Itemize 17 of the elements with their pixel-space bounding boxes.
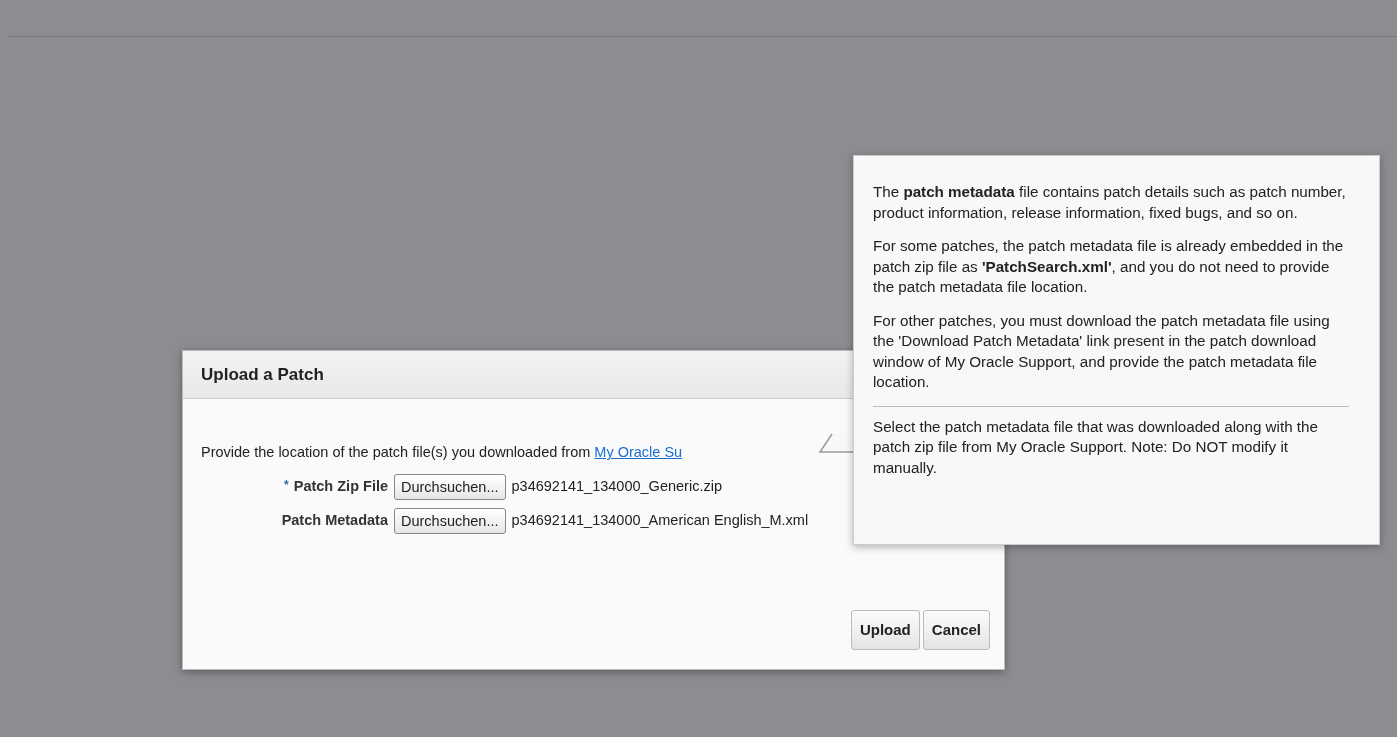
dialog-title: Upload a Patch: [201, 363, 324, 386]
field-label: Patch Zip File: [293, 476, 388, 496]
help-paragraph: The patch metadata file contains patch details such as patch number, product information, release information, fixed bugs, and so on.: [873, 182, 1347, 223]
required-mark: *: [284, 476, 289, 494]
field-label: Patch Metadata: [281, 510, 388, 530]
tooltip-pointer: [818, 432, 854, 454]
upload-button[interactable]: Upload: [850, 609, 920, 650]
help-note: Select the patch metadata file that was downloaded along with the patch zip file from My Oracle Support. Note: Do NOT modify it manually.: [873, 416, 1319, 478]
browse-button[interactable]: Durchsuchen...: [394, 507, 506, 534]
support-link[interactable]: My Oracle Su: [594, 442, 683, 464]
help-paragraph: For some patches, the patch metadata file is already embedded in the patch zip file as 'PatchSearch.xml', and you do not need to provide the patch metadata file location.: [873, 236, 1345, 297]
file-name: p34692141_134000_Generic.zip: [511, 476, 722, 496]
browse-button[interactable]: Durchsuchen...: [394, 473, 506, 500]
file-name: p34692141_134000_American English_M.xml: [511, 510, 809, 530]
cancel-button[interactable]: Cancel: [922, 609, 990, 650]
instruction-text: Provide the location of the patch file(s) you downloaded from: [201, 443, 591, 462]
help-paragraph: For other patches, you must download the patch metadata file using the 'Download Patch Metadata' link present in the patch download window of My Oracle Support, and provide the patch metadata file location.: [873, 310, 1331, 392]
